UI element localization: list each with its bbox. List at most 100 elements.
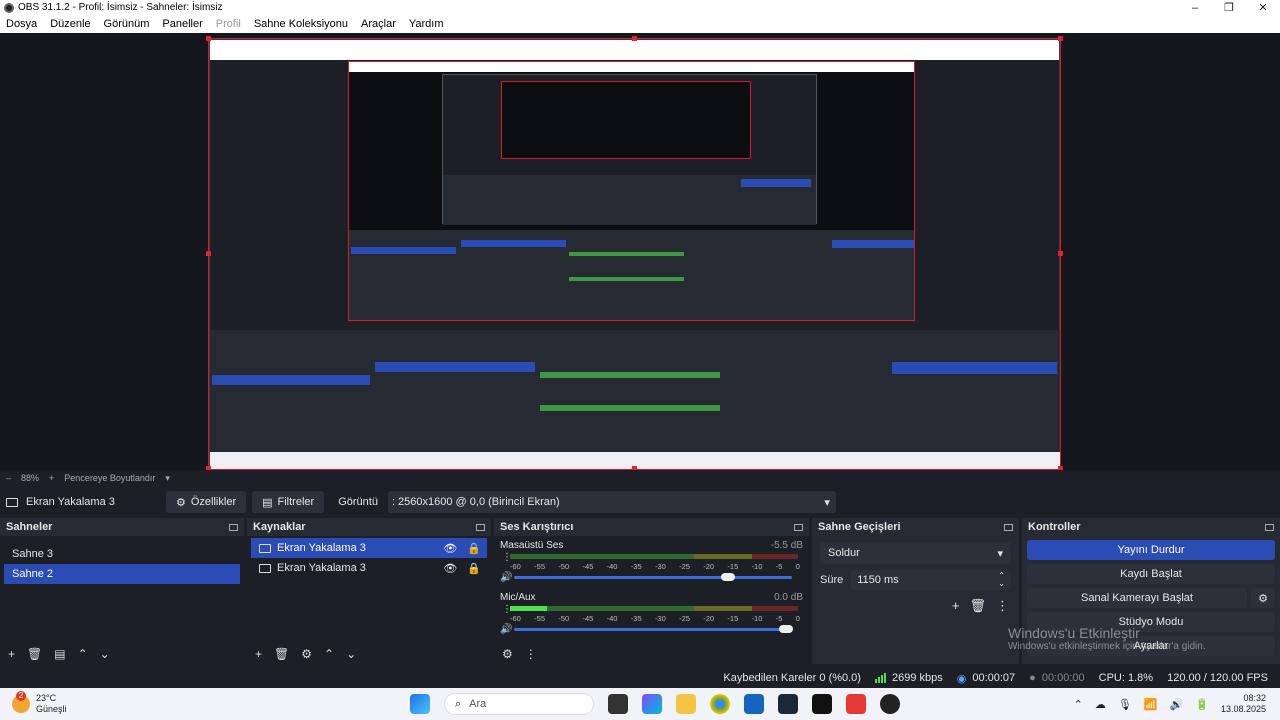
channel-name: Mic/Aux bbox=[500, 592, 536, 603]
stepper-icon[interactable]: ⌃ ⌄ bbox=[998, 572, 1005, 588]
move-up-icon[interactable]: ⌃ bbox=[324, 647, 334, 661]
menu-paneller[interactable]: Paneller bbox=[162, 18, 202, 30]
preview-canvas[interactable] bbox=[0, 33, 1280, 471]
stop-streaming-button[interactable]: Yayını Durdur bbox=[1027, 540, 1275, 560]
zoom-in-button[interactable]: + bbox=[49, 473, 54, 483]
weather-widget[interactable]: 2 23°C Güneşli bbox=[12, 691, 132, 715]
add-icon[interactable]: + bbox=[255, 647, 262, 661]
task-view-icon[interactable] bbox=[608, 694, 628, 714]
duration-input[interactable]: 1150 ms ⌃ ⌄ bbox=[851, 570, 1011, 590]
scene-item[interactable]: Sahne 3 bbox=[4, 544, 240, 564]
undock-icon[interactable] bbox=[476, 523, 485, 531]
gear-icon[interactable]: ⚙ bbox=[301, 647, 312, 661]
mic-icon[interactable]: 🎙 bbox=[1118, 698, 1132, 711]
resize-handle-tc[interactable] bbox=[632, 36, 637, 41]
obs-logo-icon bbox=[4, 2, 14, 13]
display-select[interactable]: : 2560x1600 @ 0,0 (Birincil Ekran) ▾ bbox=[387, 491, 836, 513]
start-virtual-camera-button[interactable]: Sanal Kamerayı Başlat bbox=[1027, 588, 1247, 608]
trash-icon[interactable]: 🗑 bbox=[274, 647, 289, 661]
copilot-icon[interactable] bbox=[642, 694, 662, 714]
wifi-icon[interactable]: 📶 bbox=[1144, 698, 1158, 711]
start-recording-button[interactable]: Kaydı Başlat bbox=[1027, 564, 1275, 584]
zoom-out-button[interactable]: – bbox=[6, 473, 11, 483]
trash-icon[interactable]: 🗑 bbox=[969, 598, 986, 614]
resize-handle-tr[interactable] bbox=[1058, 36, 1063, 41]
scale-tick: -35 bbox=[630, 562, 642, 571]
network-icon[interactable]: ☁ bbox=[1095, 698, 1106, 711]
undock-icon[interactable] bbox=[229, 523, 238, 531]
advanced-audio-icon[interactable]: ⚙ bbox=[502, 647, 513, 661]
filters-button[interactable]: ▤ Filtreler bbox=[252, 491, 325, 513]
chevron-down-icon[interactable]: ▾ bbox=[165, 473, 170, 484]
controls-body: Yayını Durdur Kaydı Başlat Sanal Kameray… bbox=[1022, 536, 1280, 664]
scene-item[interactable]: Sahne 2 bbox=[4, 564, 240, 584]
transition-select[interactable]: Soldur ▾ bbox=[820, 542, 1011, 564]
steam-icon[interactable] bbox=[778, 694, 798, 714]
fps: 120.00 / 120.00 FPS bbox=[1167, 672, 1268, 684]
chrome-icon[interactable] bbox=[710, 694, 730, 714]
speaker-icon[interactable]: 🔊 bbox=[500, 572, 512, 583]
move-up-icon[interactable]: ⌃ bbox=[78, 647, 88, 661]
lock-icon[interactable]: 🔒 bbox=[467, 542, 481, 555]
zoom-bar: – 88% + Pencereye Boyutlandır ▾ bbox=[0, 470, 1280, 486]
resize-handle-mr[interactable] bbox=[1058, 251, 1063, 256]
menu-dosya[interactable]: Dosya bbox=[6, 18, 37, 30]
weather-icon: 2 bbox=[12, 691, 30, 713]
eye-icon[interactable]: 👁 bbox=[443, 542, 457, 555]
add-icon[interactable]: + bbox=[952, 598, 960, 614]
file-explorer-icon[interactable] bbox=[676, 694, 696, 714]
screen-capture-source[interactable] bbox=[208, 38, 1061, 470]
lock-icon[interactable]: 🔒 bbox=[467, 562, 481, 575]
chevron-up-icon[interactable]: ⌃ bbox=[1074, 698, 1083, 711]
obs-taskbar-icon[interactable] bbox=[880, 694, 900, 714]
menu-gorunum[interactable]: Görünüm bbox=[104, 18, 150, 30]
menu-profil[interactable]: Profil bbox=[216, 18, 241, 30]
resize-handle-tl[interactable] bbox=[206, 36, 211, 41]
menu-sahne-koleksiyonu[interactable]: Sahne Koleksiyonu bbox=[254, 18, 348, 30]
eye-icon[interactable]: 👁 bbox=[443, 562, 457, 575]
cpu-usage: CPU: 1.8% bbox=[1098, 672, 1154, 684]
source-item[interactable]: Ekran Yakalama 3 👁 🔒 bbox=[251, 538, 487, 558]
menu-araclar[interactable]: Araçlar bbox=[361, 18, 396, 30]
undock-icon[interactable] bbox=[1004, 523, 1013, 531]
clock[interactable]: 08:32 13.08.2025 bbox=[1221, 693, 1266, 715]
maximize-button[interactable]: ❐ bbox=[1212, 1, 1246, 14]
filter-icon[interactable]: ▤ bbox=[54, 647, 65, 661]
app-icon-red[interactable] bbox=[846, 694, 866, 714]
trash-icon[interactable]: 🗑 bbox=[27, 647, 42, 661]
minimize-button[interactable]: – bbox=[1178, 2, 1212, 14]
battery-icon[interactable]: 🔋 bbox=[1195, 698, 1209, 711]
volume-knob[interactable] bbox=[721, 573, 736, 581]
scale-mode[interactable]: Pencereye Boyutlandır bbox=[64, 473, 155, 483]
mixer-dock: Ses Karıştırıcı Masaüstü Ses -5.5 dB ⋮ -… bbox=[494, 518, 809, 664]
resize-handle-ml[interactable] bbox=[206, 251, 211, 256]
move-down-icon[interactable]: ⌄ bbox=[346, 647, 356, 661]
move-down-icon[interactable]: ⌄ bbox=[100, 647, 110, 661]
undock-icon[interactable] bbox=[1265, 523, 1274, 531]
mixer-channel: Mic/Aux 0.0 dB ⋮ -60 -55 -50 -45 -40 -35 -30 -2… bbox=[494, 590, 809, 642]
menu-yardim[interactable]: Yardım bbox=[409, 18, 444, 30]
menu-duzenle[interactable]: Düzenle bbox=[50, 18, 90, 30]
selected-source-name: Ekran Yakalama 3 bbox=[26, 496, 115, 508]
undock-icon[interactable] bbox=[794, 523, 803, 531]
volume-knob[interactable] bbox=[779, 625, 794, 633]
capcut-icon[interactable] bbox=[812, 694, 832, 714]
taskbar-search[interactable]: ⌕ Ara bbox=[444, 693, 594, 715]
properties-button[interactable]: ⚙ Özellikler bbox=[166, 491, 247, 513]
store-icon[interactable] bbox=[744, 694, 764, 714]
close-button[interactable]: ✕ bbox=[1246, 1, 1280, 14]
studio-mode-button[interactable]: Stüdyo Modu bbox=[1027, 612, 1275, 632]
virtual-camera-settings-button[interactable]: ⚙ bbox=[1251, 588, 1275, 608]
search-icon: ⌕ bbox=[455, 697, 462, 710]
volume-icon[interactable]: 🔊 bbox=[1170, 698, 1184, 711]
add-icon[interactable]: + bbox=[8, 647, 15, 661]
speaker-icon[interactable]: 🔊 bbox=[500, 624, 512, 635]
windows-start-icon[interactable] bbox=[410, 694, 430, 714]
settings-button[interactable]: Ayarlar bbox=[1027, 636, 1275, 656]
scale-tick: -30 bbox=[654, 614, 666, 623]
volume-slider[interactable] bbox=[514, 625, 794, 633]
volume-slider[interactable] bbox=[514, 573, 792, 581]
source-item[interactable]: Ekran Yakalama 3 👁 🔒 bbox=[251, 558, 487, 578]
more-icon[interactable]: ⋮ bbox=[525, 647, 537, 661]
more-icon[interactable]: ⋮ bbox=[996, 598, 1009, 614]
